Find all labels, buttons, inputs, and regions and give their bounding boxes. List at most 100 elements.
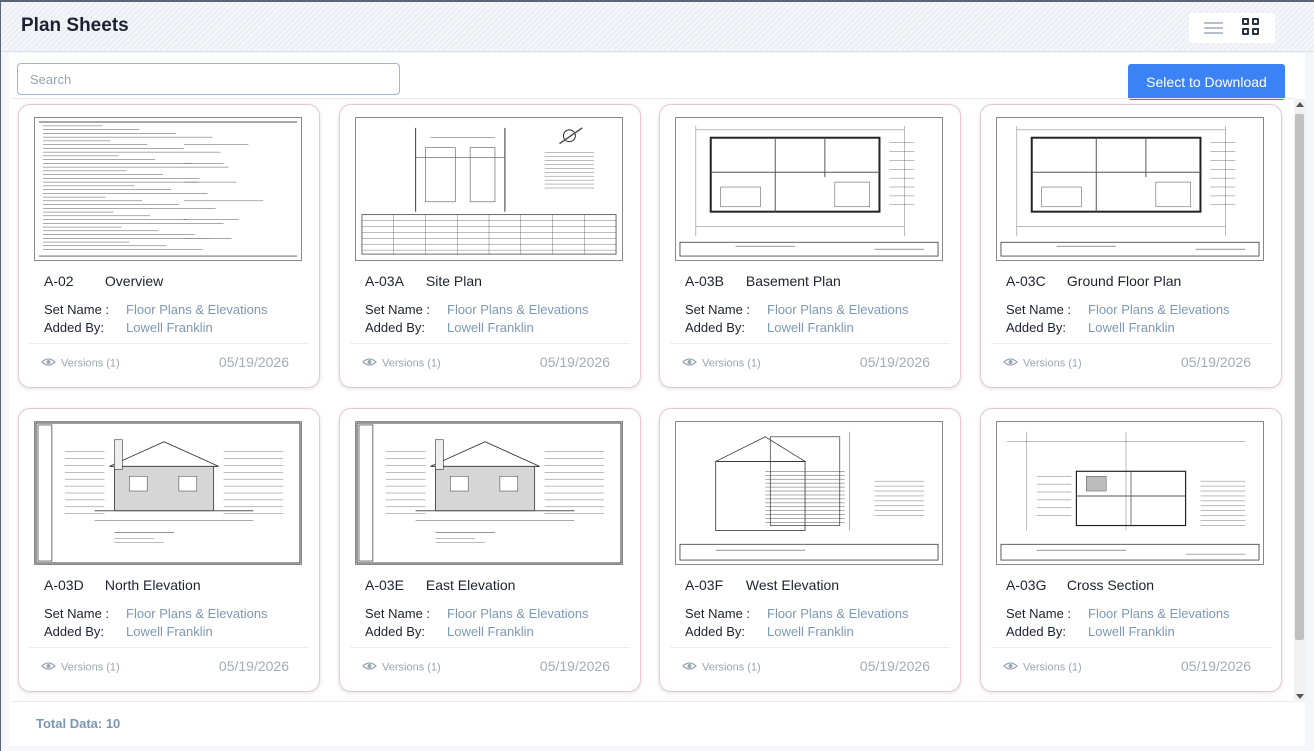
set-name-label: Set Name : xyxy=(1006,606,1072,621)
versions-link[interactable]: Versions (1) xyxy=(682,357,761,370)
sheet-title: Ground Floor Plan xyxy=(1066,273,1182,289)
sheet-heading: A-03E East Elevation xyxy=(365,577,515,593)
sheet-thumbnail[interactable] xyxy=(355,421,623,565)
eye-icon xyxy=(41,661,56,674)
set-name-value: Floor Plans & Elevations xyxy=(447,606,589,621)
card-divider xyxy=(29,343,309,344)
scroll-down-icon[interactable] xyxy=(1296,694,1304,699)
scroll-up-icon[interactable] xyxy=(1296,102,1304,107)
sheet-card[interactable]: A-03A Site Plan Set Name : Floor Plans & … xyxy=(339,104,641,388)
set-name-row: Set Name : Floor Plans & Elevations xyxy=(685,302,909,317)
sheet-heading: A-02 Overview xyxy=(44,273,163,289)
added-by-value: Lowell Franklin xyxy=(767,624,854,639)
set-name-value: Floor Plans & Elevations xyxy=(447,302,589,317)
sheet-thumbnail[interactable] xyxy=(34,421,302,565)
versions-label: Versions (1) xyxy=(61,357,120,370)
eye-icon xyxy=(682,357,697,370)
added-by-value: Lowell Franklin xyxy=(447,320,534,335)
sheet-title: Basement Plan xyxy=(745,273,841,289)
added-by-label: Added By: xyxy=(44,320,104,335)
versions-link[interactable]: Versions (1) xyxy=(362,357,441,370)
sheet-heading: A-03F West Elevation xyxy=(685,577,839,593)
sheet-heading: A-03A Site Plan xyxy=(365,273,482,289)
eye-icon xyxy=(362,357,377,370)
sheet-thumbnail[interactable] xyxy=(675,117,943,261)
sheet-thumbnail[interactable] xyxy=(996,421,1264,565)
sheet-date: 05/19/2026 xyxy=(218,658,289,674)
versions-link[interactable]: Versions (1) xyxy=(1003,661,1082,674)
grid-view-icon[interactable] xyxy=(1232,13,1275,43)
sheet-number: A-03A xyxy=(365,273,404,289)
added-by-row: Added By: Lowell Franklin xyxy=(1006,320,1175,335)
scroll-thumb[interactable] xyxy=(1295,114,1304,640)
sheet-card[interactable]: A-03B Basement Plan Set Name : Floor Plan… xyxy=(659,104,961,388)
sheet-date: 05/19/2026 xyxy=(539,658,610,674)
eye-icon xyxy=(41,357,56,370)
set-name-value: Floor Plans & Elevations xyxy=(767,606,909,621)
sheet-title: Cross Section xyxy=(1066,577,1155,593)
versions-label: Versions (1) xyxy=(702,661,761,674)
total-data-count: Total Data: 10 xyxy=(36,716,121,731)
added-by-label: Added By: xyxy=(365,624,425,639)
card-divider xyxy=(29,647,309,648)
set-name-label: Set Name : xyxy=(1006,302,1072,317)
set-name-value: Floor Plans & Elevations xyxy=(1088,302,1230,317)
versions-label: Versions (1) xyxy=(382,357,441,370)
sheet-card[interactable]: A-02 Overview Set Name : Floor Plans & El… xyxy=(18,104,320,388)
set-name-row: Set Name : Floor Plans & Elevations xyxy=(1006,302,1230,317)
sheet-number: A-02 xyxy=(44,273,74,289)
set-name-value: Floor Plans & Elevations xyxy=(126,302,268,317)
select-to-download-button[interactable]: Select to Download xyxy=(1128,64,1285,100)
added-by-row: Added By: Lowell Franklin xyxy=(365,624,534,639)
search-input[interactable] xyxy=(17,63,400,95)
card-divider xyxy=(350,343,630,344)
set-name-value: Floor Plans & Elevations xyxy=(126,606,268,621)
versions-link[interactable]: Versions (1) xyxy=(682,661,761,674)
sheet-grid: A-02 Overview Set Name : Floor Plans & El… xyxy=(12,98,1295,702)
versions-label: Versions (1) xyxy=(382,661,441,674)
sheet-card[interactable]: A-03D North Elevation Set Name : Floor Pl… xyxy=(18,408,320,692)
versions-label: Versions (1) xyxy=(1023,357,1082,370)
added-by-label: Added By: xyxy=(44,624,104,639)
sheet-title: East Elevation xyxy=(425,577,516,593)
sheet-thumbnail[interactable] xyxy=(34,117,302,261)
set-name-value: Floor Plans & Elevations xyxy=(1088,606,1230,621)
sheet-thumbnail[interactable] xyxy=(675,421,943,565)
card-divider xyxy=(670,647,950,648)
added-by-row: Added By: Lowell Franklin xyxy=(1006,624,1175,639)
versions-link[interactable]: Versions (1) xyxy=(1003,357,1082,370)
set-name-row: Set Name : Floor Plans & Elevations xyxy=(685,606,909,621)
eye-icon xyxy=(1003,661,1018,674)
sheet-date: 05/19/2026 xyxy=(539,354,610,370)
set-name-row: Set Name : Floor Plans & Elevations xyxy=(365,302,589,317)
sheet-thumbnail[interactable] xyxy=(996,117,1264,261)
page-header: Plan Sheets xyxy=(1,2,1314,52)
versions-link[interactable]: Versions (1) xyxy=(41,661,120,674)
added-by-label: Added By: xyxy=(365,320,425,335)
added-by-row: Added By: Lowell Franklin xyxy=(685,320,854,335)
sheet-card[interactable]: A-03F West Elevation Set Name : Floor Pla… xyxy=(659,408,961,692)
added-by-value: Lowell Franklin xyxy=(1088,320,1175,335)
sheet-date: 05/19/2026 xyxy=(859,658,930,674)
set-name-row: Set Name : Floor Plans & Elevations xyxy=(44,302,268,317)
set-name-row: Set Name : Floor Plans & Elevations xyxy=(1006,606,1230,621)
sheet-card[interactable]: A-03C Ground Floor Plan Set Name : Floor … xyxy=(980,104,1282,388)
list-view-icon[interactable] xyxy=(1189,13,1232,43)
sheet-thumbnail[interactable] xyxy=(355,117,623,261)
eye-icon xyxy=(682,661,697,674)
sheet-date: 05/19/2026 xyxy=(859,354,930,370)
versions-link[interactable]: Versions (1) xyxy=(362,661,441,674)
card-divider xyxy=(670,343,950,344)
sheet-heading: A-03G Cross Section xyxy=(1006,577,1154,593)
sheet-card[interactable]: A-03G Cross Section Set Name : Floor Plan… xyxy=(980,408,1282,692)
eye-icon xyxy=(1003,357,1018,370)
sheet-title: Overview xyxy=(104,273,164,289)
page-title: Plan Sheets xyxy=(21,15,129,36)
sheet-number: A-03E xyxy=(365,577,404,593)
added-by-row: Added By: Lowell Franklin xyxy=(44,624,213,639)
versions-link[interactable]: Versions (1) xyxy=(41,357,120,370)
added-by-value: Lowell Franklin xyxy=(447,624,534,639)
set-name-row: Set Name : Floor Plans & Elevations xyxy=(365,606,589,621)
vertical-scrollbar[interactable] xyxy=(1294,99,1305,702)
sheet-card[interactable]: A-03E East Elevation Set Name : Floor Pla… xyxy=(339,408,641,692)
